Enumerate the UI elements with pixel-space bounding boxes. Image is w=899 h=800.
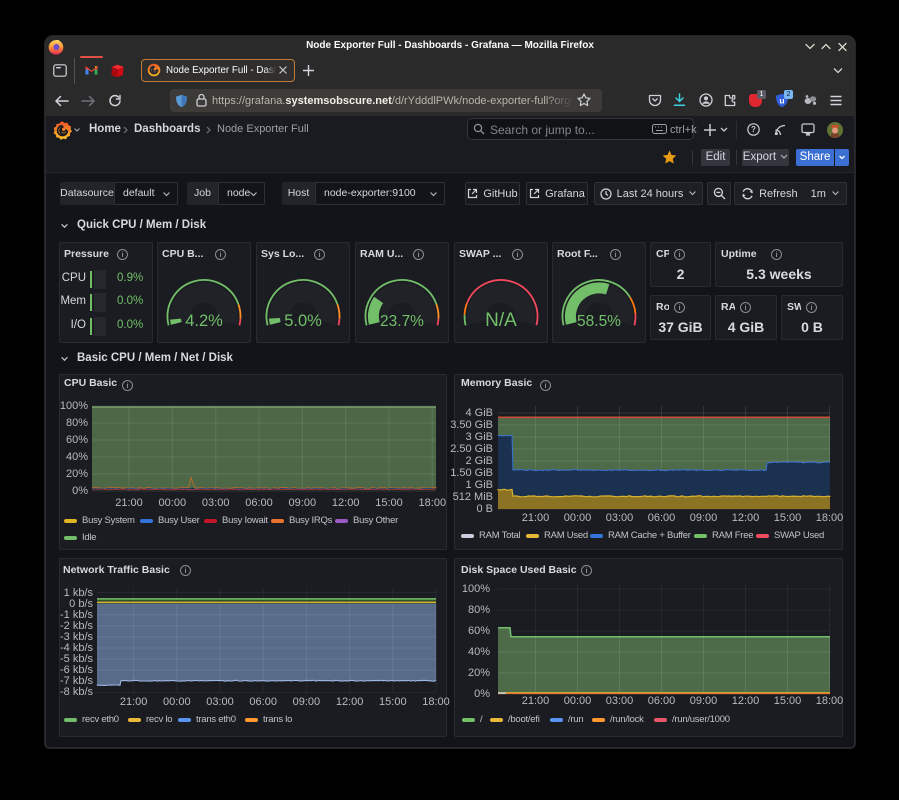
svg-text:N/A: N/A (485, 310, 517, 331)
svg-text:5.0%: 5.0% (284, 312, 322, 330)
svg-text:4.2%: 4.2% (185, 312, 223, 330)
svg-text:?: ? (751, 125, 756, 134)
svg-text:23.7%: 23.7% (380, 313, 424, 330)
svg-text:58.5%: 58.5% (577, 313, 621, 330)
